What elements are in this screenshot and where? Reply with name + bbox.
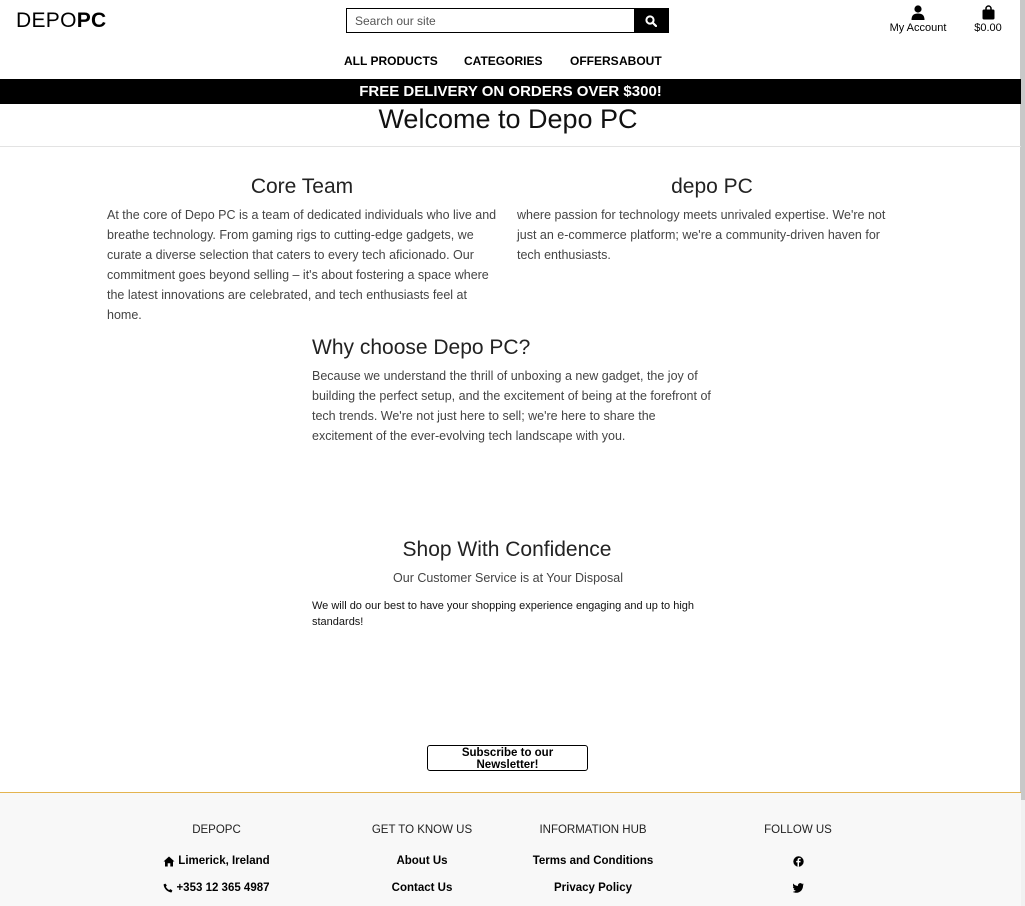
depo-pc-title: depo PC [671,175,753,198]
footer-phone[interactable]: +353 12 365 4987 [146,882,287,894]
my-account-link[interactable]: My Account [888,5,948,34]
logo-accent: PC [76,9,107,32]
nav-categories[interactable]: CATEGORIES [464,54,542,68]
footer-col-title: DEPOPC [192,824,241,836]
shop-confidence-text: We will do our best to have your shoppin… [312,600,695,628]
core-team-text: At the core of Depo PC is a team of dedi… [107,208,497,322]
footer-terms-link[interactable]: Terms and Conditions [518,855,668,867]
cart-link[interactable]: $0.00 [968,5,1008,34]
search-icon [645,14,657,27]
scrollbar-thumb[interactable] [1020,0,1025,800]
my-account-label: My Account [889,22,947,34]
footer-col-depopc: DEPOPC Limerick, Ireland +353 12 365 498… [146,824,287,904]
free-delivery-banner: FREE DELIVERY ON ORDERS OVER $300! [0,79,1021,104]
search-input[interactable] [347,9,634,32]
nav-offers[interactable]: OFFERS [570,54,619,68]
facebook-link[interactable] [748,856,848,867]
nav-about[interactable]: ABOUT [619,54,662,68]
footer-col-title: FOLLOW US [764,824,832,836]
twitter-icon [792,883,804,893]
search-form [346,8,669,33]
core-team-title: Core Team [250,175,354,198]
footer-privacy-link[interactable]: Privacy Policy [518,882,668,894]
newsletter-subscribe-button[interactable]: Subscribe to our Newsletter! [427,745,588,771]
footer-phone-text: +353 12 365 4987 [176,882,270,894]
user-icon [911,5,925,20]
footer-col-information-hub: INFORMATION HUB Terms and Conditions Pri… [518,824,668,904]
footer-col-get-to-know: GET TO KNOW US About Us Contact Us [352,824,492,904]
page-title: Welcome to Depo PC [378,104,638,134]
footer-about-link[interactable]: About Us [352,855,492,867]
why-choose-title: Why choose Depo PC? [312,336,531,359]
divider [0,146,1021,147]
site-logo[interactable]: DEPOPC [16,9,107,33]
cart-total: $0.00 [974,22,1002,34]
footer-col-title: INFORMATION HUB [539,824,647,836]
home-icon [163,856,175,866]
phone-icon [164,883,173,893]
page-scrollbar[interactable] [1020,0,1025,906]
logo-main: DEPO [16,9,77,32]
footer-location: Limerick, Ireland [146,855,287,867]
footer-col-title: GET TO KNOW US [371,824,473,836]
why-choose-text: Because we understand the thrill of unbo… [312,369,711,443]
footer-col-follow-us: FOLLOW US [748,824,848,904]
shopping-bag-icon [982,5,994,20]
depo-pc-text: where passion for technology meets unriv… [517,208,886,262]
shop-confidence-subtitle: Our Customer Service is at Your Disposal [393,571,623,585]
site-footer: DEPOPC Limerick, Ireland +353 12 365 498… [0,793,1021,906]
nav-all-products[interactable]: ALL PRODUCTS [344,54,438,68]
facebook-icon [792,856,804,867]
search-button[interactable] [634,9,668,32]
footer-contact-link[interactable]: Contact Us [352,882,492,894]
shop-confidence-title: Shop With Confidence [402,538,612,561]
footer-location-text: Limerick, Ireland [178,855,270,867]
twitter-link[interactable] [748,883,848,893]
